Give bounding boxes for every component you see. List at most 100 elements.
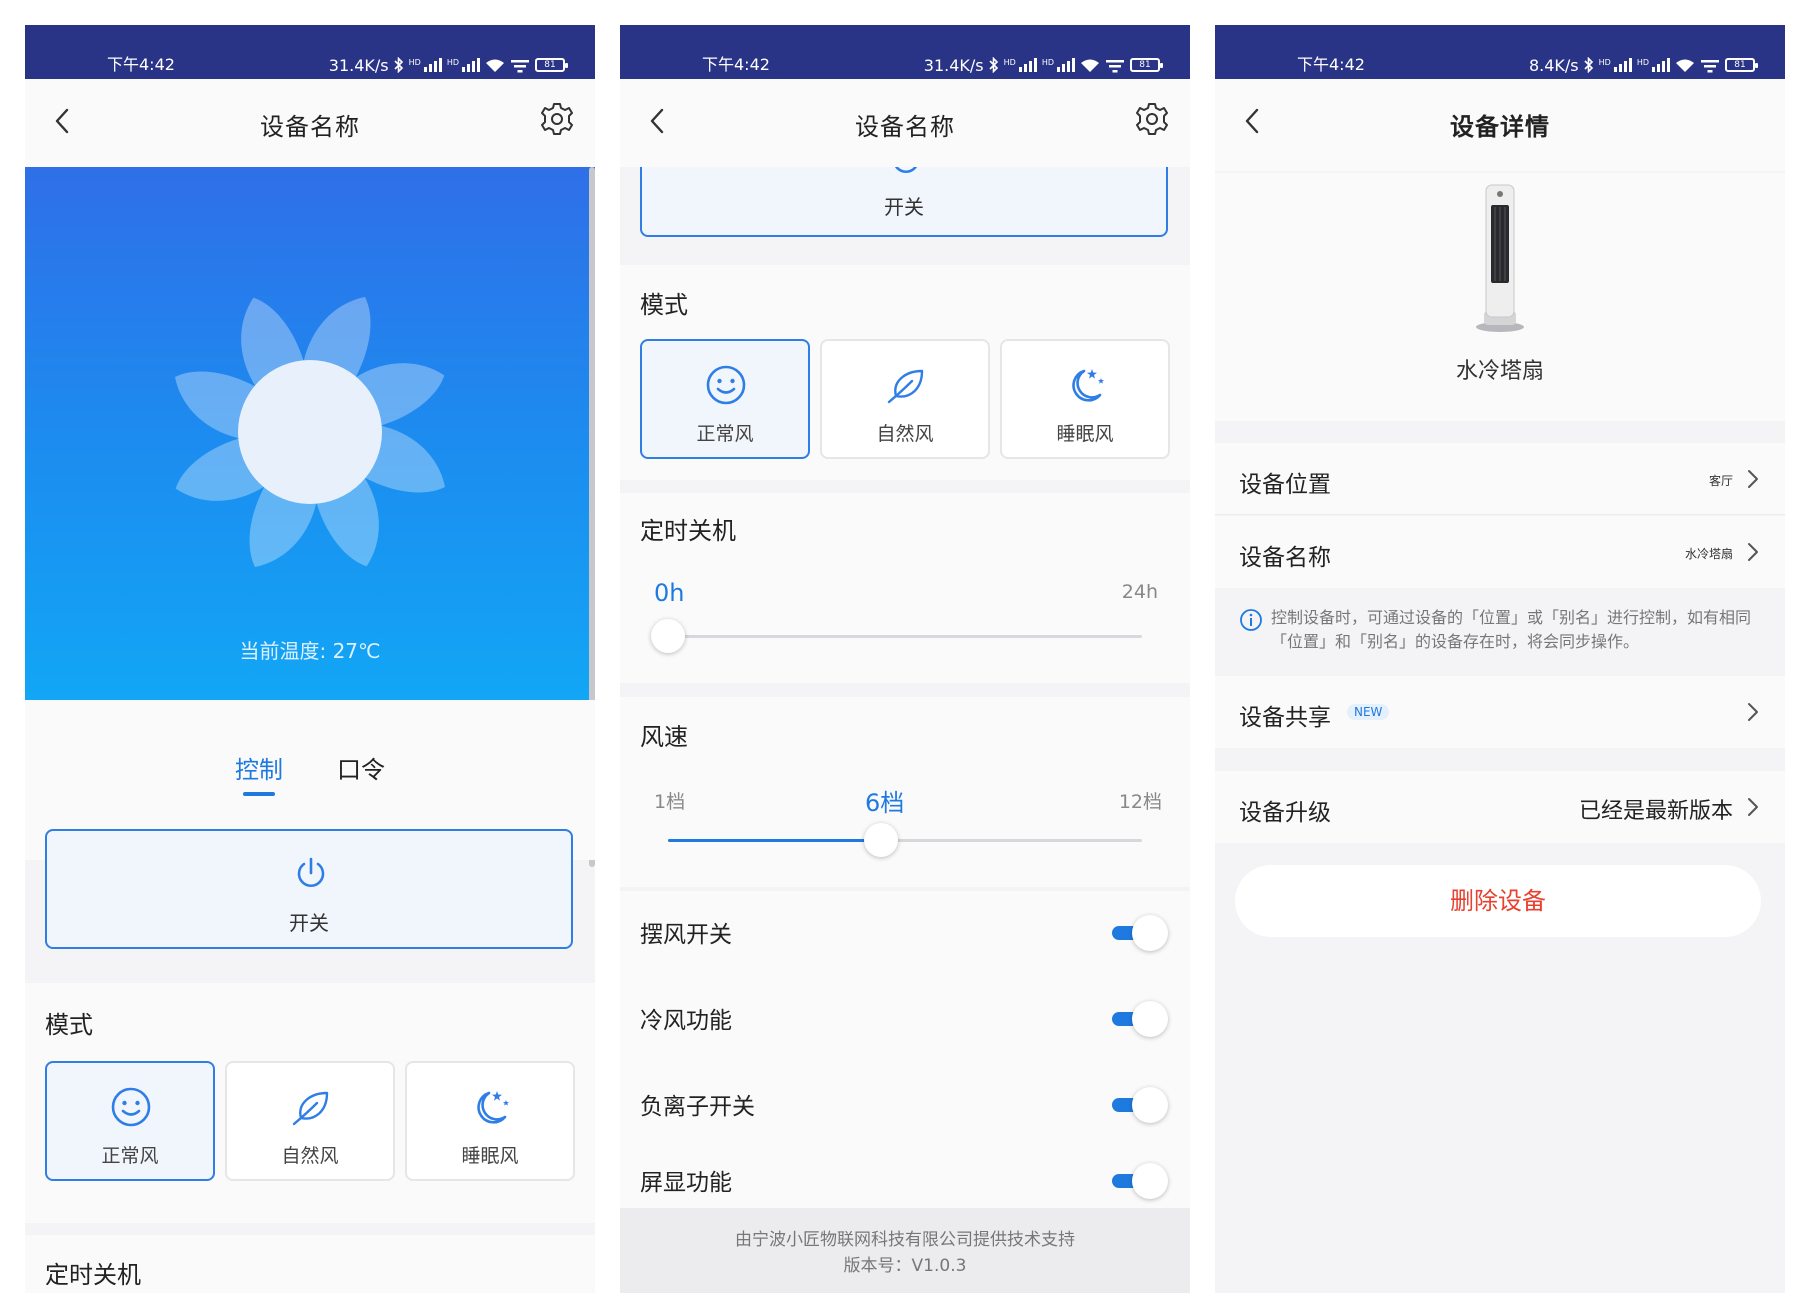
wind-speed-section: 风速 1档 6档 12档 <box>620 697 1190 887</box>
timer-section: 定时关机 0h 24h <box>620 493 1190 683</box>
active-tab-indicator <box>243 792 275 796</box>
name-value: 水冷塔扇 <box>1684 547 1733 561</box>
upgrade-status: 已经是最新版本 <box>1578 799 1733 824</box>
mode-title: 模式 <box>640 291 688 319</box>
battery-icon: 81 <box>1725 58 1758 72</box>
device-name: 水冷塔扇 <box>1455 359 1544 384</box>
title-bar: 设备名称 <box>620 79 1190 167</box>
power-label: 开关 <box>289 911 329 935</box>
battery-icon: 81 <box>1130 58 1163 72</box>
info-text: 控制设备时，可通过设备的「位置」或「别名」进行控制，如有相同「位置」和「别名」的… <box>1271 608 1752 651</box>
bluetooth-icon <box>1584 57 1593 73</box>
toggle-swing: 摆风开关 <box>620 891 1190 977</box>
upgrade-row[interactable]: 设备升级 已经是最新版本 <box>1215 771 1785 843</box>
location-row[interactable]: 设备位置 客厅 <box>1215 443 1785 515</box>
smile-icon <box>111 1087 151 1127</box>
display-switch[interactable] <box>1112 1163 1168 1199</box>
page-title: 设备名称 <box>260 113 360 141</box>
moon-stars-icon <box>1072 369 1104 402</box>
tab-control[interactable]: 控制 <box>235 750 283 785</box>
mode-options: 正常风 自然风 睡眠风 <box>640 339 1170 459</box>
mode-label: 正常风 <box>101 1145 159 1167</box>
mode-sleep-wind[interactable]: 睡眠风 <box>405 1061 575 1181</box>
mode-title: 模式 <box>45 1011 93 1039</box>
version-text: 版本号：V1.0.3 <box>843 1256 967 1276</box>
gear-icon[interactable] <box>539 101 575 137</box>
toggle-cool-air: 冷风功能 <box>620 977 1190 1063</box>
status-icons: 31.4K/s HD HD 81 <box>923 55 1163 75</box>
status-time: 下午4:42 <box>107 55 175 74</box>
chevron-right-icon <box>1748 470 1758 488</box>
toggle-label: 屏显功能 <box>640 1170 732 1196</box>
location-label: 设备位置 <box>1239 472 1331 498</box>
leaf-icon <box>292 1091 329 1126</box>
bluetooth-icon <box>394 57 403 73</box>
network-speed: 31.4K/s <box>923 55 984 75</box>
fan-icon <box>175 297 445 567</box>
mode-natural-wind[interactable]: 自然风 <box>225 1061 395 1181</box>
footer: 由宁波小匠物联网科技有限公司提供技术支持 版本号：V1.0.3 <box>620 1208 1190 1293</box>
mode-label: 睡眠风 <box>1056 423 1114 445</box>
timer-slider-knob[interactable] <box>651 619 685 653</box>
mode-label: 睡眠风 <box>461 1145 519 1167</box>
signal-icon-2: HD <box>1637 58 1670 72</box>
status-time: 下午4:42 <box>702 55 770 74</box>
mode-sleep-wind[interactable]: 睡眠风 <box>1000 339 1170 459</box>
device-header: 水冷塔扇 <box>1215 173 1785 421</box>
share-row[interactable]: 设备共享 NEW <box>1215 676 1785 748</box>
share-label: 设备共享 <box>1239 705 1331 731</box>
wind-slider-track[interactable] <box>668 839 1142 842</box>
moon-stars-icon <box>477 1091 509 1124</box>
mode-options: 正常风 自然风 睡眠风 <box>45 1061 575 1181</box>
status-time: 下午4:42 <box>1297 55 1365 74</box>
bluetooth-icon <box>989 57 998 73</box>
timer-section: 定时关机 <box>25 1235 595 1293</box>
mode-label: 自然风 <box>876 423 934 445</box>
page-title: 设备名称 <box>855 113 955 141</box>
chevron-right-icon <box>1748 703 1758 721</box>
signal-icon: HD <box>1004 58 1037 72</box>
location-value: 客厅 <box>1708 474 1733 488</box>
leaf-icon <box>887 369 924 404</box>
wifi-icon <box>486 59 504 72</box>
timer-value: 0h <box>654 579 685 607</box>
name-row[interactable]: 设备名称 水冷塔扇 <box>1215 516 1785 588</box>
timer-max-label: 24h <box>1121 581 1158 603</box>
delete-device-button[interactable]: 删除设备 <box>1235 865 1761 937</box>
wind-max-label: 12档 <box>1118 791 1162 813</box>
timer-slider-track[interactable] <box>668 635 1142 638</box>
mode-normal-wind[interactable]: 正常风 <box>45 1061 215 1181</box>
wind-slider-knob[interactable] <box>864 823 899 857</box>
status-icons: 31.4K/s HD HD 81 <box>328 55 568 75</box>
status-bar: 下午4:42 31.4K/s HD HD 81 <box>25 25 595 79</box>
mode-normal-wind[interactable]: 正常风 <box>640 339 810 459</box>
power-label: 开关 <box>884 195 924 219</box>
swing-switch[interactable] <box>1112 915 1168 951</box>
wifi-icon <box>1081 59 1099 72</box>
wifi-icon <box>1676 59 1694 72</box>
device-details-screen: 下午4:42 8.4K/s HD HD 81 设备详情 水冷塔扇 设备位置 客厅 <box>1215 25 1785 1293</box>
tab-voice-command[interactable]: 口令 <box>337 750 385 785</box>
mode-label: 自然风 <box>281 1145 339 1167</box>
page-title: 设备详情 <box>1450 113 1550 141</box>
power-button[interactable]: 开关 <box>45 829 573 949</box>
current-temperature: 当前温度: 27℃ <box>239 639 381 663</box>
wind-slider-fill <box>668 839 882 842</box>
fan-status-panel: 当前温度: 27℃ <box>25 167 595 700</box>
toggle-label: 摆风开关 <box>640 922 732 948</box>
name-label: 设备名称 <box>1239 545 1331 571</box>
gear-icon[interactable] <box>1134 101 1170 137</box>
wifi-alt-icon <box>1701 60 1719 73</box>
toggle-label: 负离子开关 <box>640 1094 755 1120</box>
cool-air-switch[interactable] <box>1112 1001 1168 1037</box>
mode-natural-wind[interactable]: 自然风 <box>820 339 990 459</box>
new-badge: NEW <box>1347 704 1390 720</box>
chevron-right-icon <box>1748 798 1758 816</box>
chevron-right-icon <box>1748 543 1758 561</box>
anion-switch[interactable] <box>1112 1087 1168 1123</box>
wind-speed-title: 风速 <box>640 723 688 751</box>
signal-icon-2: HD <box>447 58 480 72</box>
network-speed: 31.4K/s <box>328 55 389 75</box>
status-icons: 8.4K/s HD HD 81 <box>1529 55 1758 75</box>
control-screen-scrolled: 下午4:42 31.4K/s HD HD 81 开关 设备名称 模式 正常风 自… <box>620 25 1190 1293</box>
